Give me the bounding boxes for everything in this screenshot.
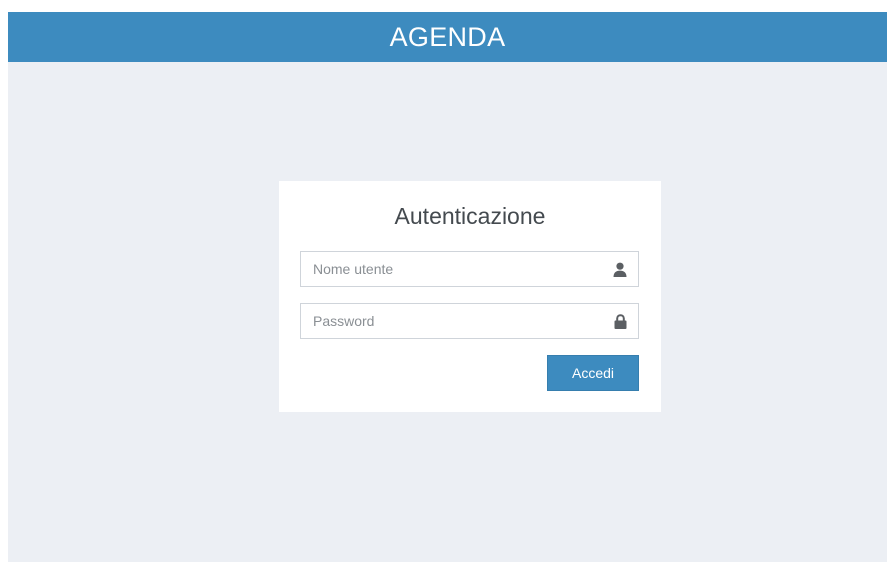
password-field — [300, 303, 639, 339]
lock-icon — [612, 313, 628, 329]
app-container: AGENDA Autenticazione Accedi — [8, 12, 887, 562]
user-icon — [612, 261, 628, 277]
username-field — [300, 251, 639, 287]
header-bar: AGENDA — [8, 12, 887, 62]
username-input[interactable] — [301, 252, 638, 286]
login-panel: Autenticazione Accedi — [279, 181, 661, 412]
app-title: AGENDA — [389, 21, 506, 52]
login-title: Autenticazione — [394, 203, 546, 229]
login-button[interactable]: Accedi — [547, 355, 639, 391]
password-input[interactable] — [301, 304, 638, 338]
